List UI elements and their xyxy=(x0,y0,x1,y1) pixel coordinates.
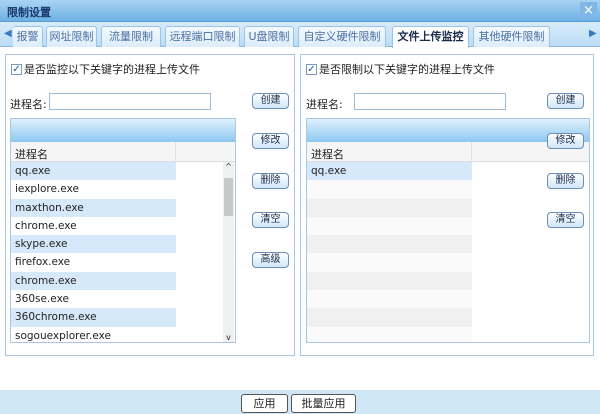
list-item[interactable]: chrome.exe xyxy=(11,216,176,236)
scroll-down-icon[interactable]: v xyxy=(223,333,234,342)
checkmark-icon[interactable]: ✓ xyxy=(11,63,22,75)
list-rows: qq.exe xyxy=(307,162,589,342)
process-list: 进程名 qq.exe xyxy=(306,118,590,343)
list-item[interactable] xyxy=(307,290,472,309)
list-item[interactable] xyxy=(307,180,472,199)
process-name-label: 进程名: xyxy=(10,98,47,111)
scroll-up-icon[interactable]: ^ xyxy=(223,162,234,171)
list-item[interactable] xyxy=(307,253,472,272)
create-button[interactable]: 创建 xyxy=(547,93,584,109)
list-item[interactable]: iexplore.exe xyxy=(11,180,176,199)
process-name-input[interactable] xyxy=(49,93,211,110)
tab-other-hardware-limit[interactable]: 其他硬件限制 xyxy=(473,26,550,47)
list-item[interactable] xyxy=(307,271,472,291)
modify-button[interactable]: 修改 xyxy=(547,133,584,149)
title-bar: 限制设置 × xyxy=(0,0,600,22)
restrict-checkbox-label: 是否限制以下关键字的进程上传文件 xyxy=(319,63,495,76)
scrollbar[interactable]: ^ v xyxy=(223,162,234,342)
window-title: 限制设置 xyxy=(7,6,51,19)
tab-url-limit[interactable]: 网址限制 xyxy=(46,26,97,47)
list-header-band xyxy=(11,119,235,142)
tab-bar: ◀ 报警 网址限制 流量限制 远程端口限制 U盘限制 自定义硬件限制 文件上传监… xyxy=(0,22,600,48)
tab-traffic-limit[interactable]: 流量限制 xyxy=(101,26,161,47)
list-item[interactable]: chrome.exe xyxy=(11,271,176,291)
list-item[interactable]: maxthon.exe xyxy=(11,198,176,217)
apply-button[interactable]: 应用 xyxy=(241,394,288,413)
tab-scroll-left-icon[interactable]: ◀ xyxy=(4,28,12,39)
tab-alarm[interactable]: 报警 xyxy=(13,26,43,47)
delete-button[interactable]: 删除 xyxy=(547,173,584,189)
tab-file-upload-monitor[interactable]: 文件上传监控 xyxy=(392,26,469,48)
clear-button[interactable]: 清空 xyxy=(252,212,289,228)
scrollbar-thumb[interactable] xyxy=(224,178,233,216)
modify-button[interactable]: 修改 xyxy=(252,133,289,149)
list-item[interactable] xyxy=(307,326,472,342)
restrict-panel: ✓ 是否限制以下关键字的进程上传文件 进程名: 进程名 qq.exe 创建 修改… xyxy=(300,54,594,356)
advanced-button[interactable]: 高级 xyxy=(252,252,289,268)
delete-button[interactable]: 删除 xyxy=(252,173,289,189)
list-item[interactable] xyxy=(307,308,472,327)
column-header[interactable]: 进程名 xyxy=(11,142,235,162)
checkmark-icon[interactable]: ✓ xyxy=(306,63,317,75)
monitor-checkbox-label: 是否监控以下关键字的进程上传文件 xyxy=(24,63,200,76)
process-name-label: 进程名: xyxy=(306,98,343,111)
list-item[interactable]: firefox.exe xyxy=(11,253,176,272)
list-item[interactable]: 360chrome.exe xyxy=(11,308,176,327)
column-divider xyxy=(175,142,176,161)
list-rows: qq.exe iexplore.exe maxthon.exe chrome.exe s… xyxy=(11,162,235,342)
create-button[interactable]: 创建 xyxy=(252,93,289,109)
tab-usb-limit[interactable]: U盘限制 xyxy=(244,26,294,47)
list-item[interactable]: skype.exe xyxy=(11,235,176,254)
monitor-checkbox[interactable]: ✓ 是否监控以下关键字的进程上传文件 xyxy=(11,61,200,77)
process-name-input[interactable] xyxy=(354,93,506,110)
list-item[interactable]: qq.exe xyxy=(307,162,472,181)
list-item[interactable]: 360se.exe xyxy=(11,290,176,309)
batch-apply-button[interactable]: 批量应用 xyxy=(291,394,356,413)
column-divider xyxy=(471,142,472,161)
clear-button[interactable]: 清空 xyxy=(547,212,584,228)
tab-scroll-right-icon[interactable]: ▶ xyxy=(589,28,597,39)
list-item[interactable]: qq.exe xyxy=(11,162,176,181)
list-item[interactable] xyxy=(307,235,472,254)
monitor-panel: ✓ 是否监控以下关键字的进程上传文件 进程名: 进程名 qq.exe iexplo… xyxy=(5,54,295,356)
close-icon[interactable]: × xyxy=(580,2,597,19)
list-item[interactable] xyxy=(307,198,472,217)
column-header-label: 进程名 xyxy=(311,148,344,161)
process-list: 进程名 qq.exe iexplore.exe maxthon.exe chrome.… xyxy=(10,118,236,343)
list-item[interactable] xyxy=(307,216,472,236)
column-header-label: 进程名 xyxy=(15,148,48,161)
list-item[interactable]: sogouexplorer.exe xyxy=(11,326,176,342)
restrict-checkbox[interactable]: ✓ 是否限制以下关键字的进程上传文件 xyxy=(306,61,495,77)
tab-remote-port-limit[interactable]: 远程端口限制 xyxy=(165,26,240,47)
footer: 应用 批量应用 xyxy=(0,390,600,414)
tab-custom-hardware-limit[interactable]: 自定义硬件限制 xyxy=(298,26,386,47)
